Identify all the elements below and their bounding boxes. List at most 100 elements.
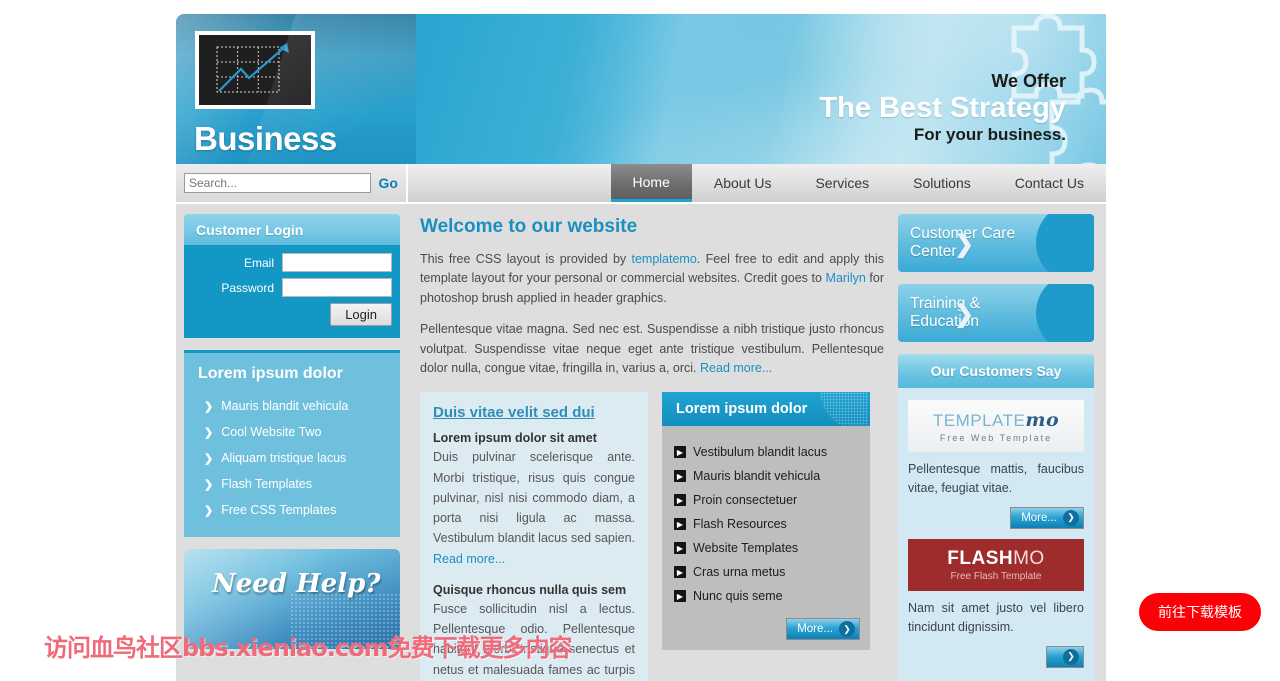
testimonial-2-more-row: ❯ [908,638,1084,672]
arrow-right-icon: ▶ [674,470,686,483]
main-content: Welcome to our website This free CSS lay… [408,204,898,681]
intro-text-a: This free CSS layout is provided by [420,252,632,266]
chevron-right-icon: ❯ [954,231,975,258]
nav-item-services[interactable]: Services [793,164,891,202]
templatemo-logo-sub: Free Web Template [939,433,1053,443]
decorative-swirl-icon [820,392,868,427]
chevron-right-icon: ❯ [204,452,214,465]
list-item[interactable]: ▶ Vestibulum blandit lacus [674,440,860,464]
search-go-button[interactable]: Go [379,175,398,191]
list-item[interactable]: ❯ Mauris blandit vehicula [194,393,390,419]
flashmo-logo-rest: MO [1013,547,1045,569]
blue-article-card: Duis vitae velit sed dui Lorem ipsum dol… [420,392,648,681]
gray-links-card: Lorem ipsum dolor ▶ Vestibulum blandit l… [662,392,870,651]
list-item[interactable]: ▶ Cras urna metus [674,560,860,584]
nav-item-solutions[interactable]: Solutions [891,164,993,202]
list-item-label: Flash Templates [221,477,313,491]
chevron-right-icon: ❯ [1063,648,1079,665]
list-item[interactable]: ❯ Aliquam tristique lacus [194,445,390,471]
templatemo-logo-main: TEMPLATEmo [933,409,1059,431]
banner-text-block: We Offer The Best Strategy For your busi… [596,71,1066,145]
chevron-right-icon: ❯ [954,301,975,328]
nav-item-about-us[interactable]: About Us [692,164,794,202]
list-item[interactable]: ▶ Mauris blandit vehicula [674,464,860,488]
templatemo-logo-italic: mo [1025,409,1060,431]
banner-line-3: For your business. [913,125,1066,145]
blue-card-title-link[interactable]: Duis vitae velit sed dui [433,404,635,421]
search-and-nav-bar: Go Home About Us Services Solutions Cont… [176,164,1106,204]
line-chart-growth-icon [195,31,315,109]
flashmo-logo-sub: Free Flash Template [950,570,1042,582]
password-label: Password [221,280,274,295]
list-item[interactable]: ❯ Cool Website Two [194,419,390,445]
search-input[interactable] [184,173,371,193]
password-field[interactable] [282,278,392,297]
logo-panel[interactable]: Business [176,14,416,164]
need-help-banner[interactable]: Need Help? [184,549,400,649]
login-box-title: Customer Login [184,214,400,245]
nav-item-home[interactable]: Home [610,164,692,202]
testimonials-body: TEMPLATEmo Free Web Template Pellentesqu… [898,388,1094,681]
list-item-label: Website Templates [693,541,799,556]
list-item[interactable]: ❯ Flash Templates [194,471,390,497]
login-button[interactable]: Login [330,303,392,326]
nav-item-contact-us[interactable]: Contact Us [993,164,1106,202]
list-item-label: Mauris blandit vehicula [693,469,821,484]
content-area: Customer Login Email Password Login Lore… [176,204,1106,681]
intro-paragraph: This free CSS layout is provided by temp… [420,250,884,308]
site-header: Business We Offer The Best Strategy For … [176,14,1106,164]
templatemo-logo-text: TEMPLATE [932,411,1026,430]
gray-card-list: ▶ Vestibulum blandit lacus ▶ Mauris blan… [662,426,870,616]
page-root: Business We Offer The Best Strategy For … [0,0,1280,681]
more-button-label: More... [797,623,833,636]
list-item[interactable]: ▶ Flash Resources [674,512,860,536]
marilyn-link[interactable]: Marilyn [826,271,866,285]
arrow-right-icon: ▶ [674,446,686,459]
list-item-label: Vestibulum blandit lacus [693,445,828,460]
download-template-button[interactable]: 前往下载模板 [1139,593,1261,631]
left-links-box: Lorem ipsum dolor ❯ Mauris blandit vehic… [184,350,400,537]
list-item[interactable]: ❯ Free CSS Templates [194,497,390,523]
left-links-title: Lorem ipsum dolor [198,365,343,382]
testimonial-1-more-row: More... ❯ [908,499,1084,539]
list-item-label: Cool Website Two [221,425,322,439]
secondary-paragraph: Pellentesque vitae magna. Sed nec est. S… [420,320,884,378]
flashmo-logo-bold: FLASH [947,547,1014,569]
list-item[interactable]: ▶ Nunc quis seme [674,584,860,608]
read-more-link[interactable]: Read more... [700,361,772,375]
more-button[interactable]: More... ❯ [786,618,860,641]
gray-card-more-row: More... ❯ [662,616,870,650]
blue-card-sub2-title: Quisque rhoncus nulla quis sem [433,582,627,597]
login-form: Email Password Login [184,245,400,338]
customer-login-box: Customer Login Email Password Login [184,214,400,338]
templatemo-link[interactable]: templatemo [631,252,696,266]
left-sidebar: Customer Login Email Password Login Lore… [176,204,408,681]
list-item-label: Free CSS Templates [221,503,337,517]
blue-card-sub1-text: Duis pulvinar scelerisque ante. Morbi tr… [433,447,635,569]
password-row: Password [192,278,392,297]
email-field[interactable] [282,253,392,272]
list-item[interactable]: ▶ Website Templates [674,536,860,560]
email-row: Email [192,253,392,272]
list-item-label: Aliquam tristique lacus [221,451,347,465]
gray-card-title: Lorem ipsum dolor [662,392,870,427]
list-item[interactable]: ▶ Proin consectetuer [674,488,860,512]
arrow-right-icon: ▶ [674,518,686,531]
cta-customer-care-center[interactable]: Customer Care Center ❯ [898,214,1094,272]
search-bar: Go [176,164,408,202]
flashmo-logo-main: FLASHMO [947,548,1044,570]
more-button-label: More... [1021,511,1057,524]
sub1-read-more-link[interactable]: Read more... [433,552,505,566]
arrow-right-icon: ▶ [674,590,686,603]
more-button[interactable]: More... ❯ [1010,506,1084,529]
template-wrapper: Business We Offer The Best Strategy For … [176,14,1106,681]
decorative-dot-pattern [290,593,400,649]
login-button-row: Login [192,303,392,326]
chevron-right-icon: ❯ [204,426,214,439]
chevron-right-icon: ❯ [1063,509,1079,526]
list-item-label: Cras urna metus [693,565,786,580]
cta-training-education[interactable]: Training & Education ❯ [898,284,1094,342]
main-navigation: Home About Us Services Solutions Contact… [408,164,1106,202]
more-button[interactable]: ❯ [1046,645,1084,668]
sub1-body: Duis pulvinar scelerisque ante. Morbi tr… [433,450,635,546]
